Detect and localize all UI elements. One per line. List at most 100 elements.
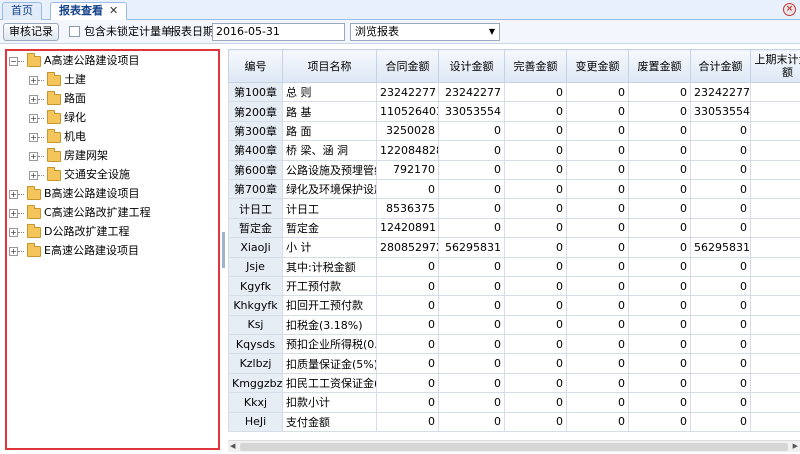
amount-cell: 0	[628, 217, 691, 239]
tree-node-label: 绿化	[64, 111, 86, 124]
amount-cell: 0	[438, 295, 505, 316]
tree-node-electromech[interactable]: + 机电	[29, 128, 86, 145]
tree-node-pavement[interactable]: + 路面	[29, 90, 86, 107]
amount-cell: 0	[376, 392, 439, 413]
item-name-cell: 路 面	[282, 120, 377, 142]
folder-icon	[27, 204, 41, 219]
amount-cell: 0	[438, 411, 505, 433]
expand-icon[interactable]: +	[29, 94, 38, 104]
column-header[interactable]: 废置金额	[628, 49, 691, 83]
column-header[interactable]: 完善金额	[504, 49, 567, 83]
amount-cell: 0	[690, 178, 751, 200]
item-name-cell: 扣回开工预付款	[282, 295, 377, 316]
amount-cell: 0	[750, 120, 800, 142]
expand-icon[interactable]: +	[9, 208, 18, 218]
amount-cell: 0	[628, 334, 691, 355]
amount-cell: 792170	[376, 159, 439, 180]
amount-cell: 23242277	[376, 81, 439, 103]
amount-cell: 0	[690, 411, 751, 433]
table-row[interactable]: Kgyfk开工预付款0000000	[228, 275, 800, 297]
table-row[interactable]: 第100章总 则2324227723242277000232422770	[228, 81, 800, 103]
amount-cell: 0	[504, 256, 567, 277]
audit-record-button[interactable]: 审核记录	[3, 23, 59, 41]
folder-icon	[47, 166, 61, 181]
panel-splitter[interactable]	[222, 232, 225, 268]
amount-cell: 0	[690, 372, 751, 394]
amount-cell: 0	[690, 217, 751, 239]
column-header[interactable]: 上期末计量金额	[750, 49, 800, 83]
table-row[interactable]: Kzlbzj扣质量保证金(5%)0000000	[228, 353, 800, 374]
tab-close-icon[interactable]: ✕	[109, 3, 118, 19]
scroll-left-icon[interactable]: ◀	[230, 442, 235, 450]
window-close-icon[interactable]: ×	[783, 3, 796, 16]
tab-report-view[interactable]: 报表查看 ✕	[50, 2, 128, 21]
row-code-cell: HeJi	[228, 411, 283, 433]
amount-cell: 0	[504, 159, 567, 180]
column-header[interactable]: 合同金额	[376, 49, 439, 83]
tree-node-project-b[interactable]: + B高速公路建设项目	[9, 185, 140, 202]
amount-cell: 0	[628, 120, 691, 142]
tree-node-label: 土建	[64, 73, 86, 86]
horizontal-scrollbar[interactable]: ◀ ▶	[228, 440, 800, 452]
expand-icon[interactable]: +	[29, 75, 38, 85]
tree-node-project-c[interactable]: + C高速公路改扩建工程	[9, 204, 151, 221]
tree-node-building[interactable]: + 房建网架	[29, 147, 108, 164]
column-header[interactable]: 合计金额	[690, 49, 751, 83]
tree-node-project-d[interactable]: + D公路改扩建工程	[9, 223, 130, 240]
table-row[interactable]: Kkxj扣款小计0000000	[228, 392, 800, 413]
tree-node-traffic-safety[interactable]: + 交通安全设施	[29, 166, 130, 183]
scrollbar-thumb[interactable]	[240, 443, 788, 451]
column-header[interactable]: 项目名称	[282, 49, 377, 83]
amount-cell: 0	[504, 372, 567, 394]
table-row[interactable]: 第200章路 基11052640333053554000330535540	[228, 101, 800, 122]
folder-icon	[47, 147, 61, 162]
table-row[interactable]: Ksj扣税金(3.18%)0000000	[228, 314, 800, 336]
table-row[interactable]: Khkgyfk扣回开工预付款0000000	[228, 295, 800, 316]
expand-icon[interactable]: +	[9, 189, 18, 199]
tree-node-label: D公路改扩建工程	[44, 225, 130, 238]
tree-node-civil[interactable]: + 土建	[29, 71, 86, 88]
amount-cell: 0	[750, 372, 800, 394]
expand-icon[interactable]: +	[29, 151, 38, 161]
table-row[interactable]: 暂定金暂定金12420891000000	[228, 217, 800, 239]
column-header[interactable]: 编号	[228, 49, 283, 83]
table-row[interactable]: 计日工计日工8536375000000	[228, 198, 800, 219]
table-row[interactable]: 第300章路 面3250028000000	[228, 120, 800, 142]
table-row[interactable]: 第400章桥 梁、涵 洞122084828000000	[228, 140, 800, 161]
tab-home[interactable]: 首页	[2, 2, 42, 20]
table-row[interactable]: Kqysds预扣企业所得税(0.2%)0000000	[228, 334, 800, 355]
expand-icon[interactable]: +	[9, 227, 18, 237]
column-header[interactable]: 变更金额	[566, 49, 629, 83]
table-row[interactable]: Jsje其中:计税金额0000000	[228, 256, 800, 277]
table-row[interactable]: Kmggzbzj扣民工工资保证金(3%)0000000	[228, 372, 800, 394]
item-name-cell: 开工预付款	[282, 275, 377, 297]
tree-node-project-a[interactable]: − A高速公路建设项目	[9, 52, 140, 69]
toolbar: 审核记录 包含未锁定计量单 报表日期 2016-05-31 浏览报表 ▼	[0, 20, 800, 44]
folder-icon	[47, 128, 61, 143]
amount-cell: 0	[504, 392, 567, 413]
amount-cell: 0	[438, 120, 505, 142]
report-date-input[interactable]: 2016-05-31	[212, 23, 345, 41]
expand-icon[interactable]: +	[9, 246, 18, 256]
table-row[interactable]: XiaoJi小 计28085297256295831000562958310	[228, 237, 800, 258]
tree-node-project-e[interactable]: + E高速公路建设项目	[9, 242, 139, 259]
amount-cell: 0	[628, 392, 691, 413]
expand-icon[interactable]: +	[29, 132, 38, 142]
report-date-label: 报表日期	[170, 25, 214, 38]
column-header[interactable]: 设计金额	[438, 49, 505, 83]
tree-node-greening[interactable]: + 绿化	[29, 109, 86, 126]
table-row[interactable]: 第600章公路设施及预埋管线792170000000	[228, 159, 800, 180]
amount-cell: 0	[376, 314, 439, 336]
table-row[interactable]: HeJi支付金额0000000	[228, 411, 800, 433]
table-row[interactable]: 第700章绿化及环境保护设施0000000	[228, 178, 800, 200]
browse-report-select[interactable]: 浏览报表 ▼	[350, 23, 500, 41]
include-unlocked-checkbox[interactable]	[69, 26, 80, 37]
amount-cell: 23242277	[438, 81, 505, 103]
expand-icon[interactable]: +	[29, 170, 38, 180]
item-name-cell: 小 计	[282, 237, 377, 258]
scroll-right-icon[interactable]: ▶	[793, 442, 798, 450]
expand-icon[interactable]: +	[29, 113, 38, 123]
collapse-icon[interactable]: −	[9, 56, 18, 66]
amount-cell: 110526403	[376, 101, 439, 122]
amount-cell: 0	[438, 372, 505, 394]
